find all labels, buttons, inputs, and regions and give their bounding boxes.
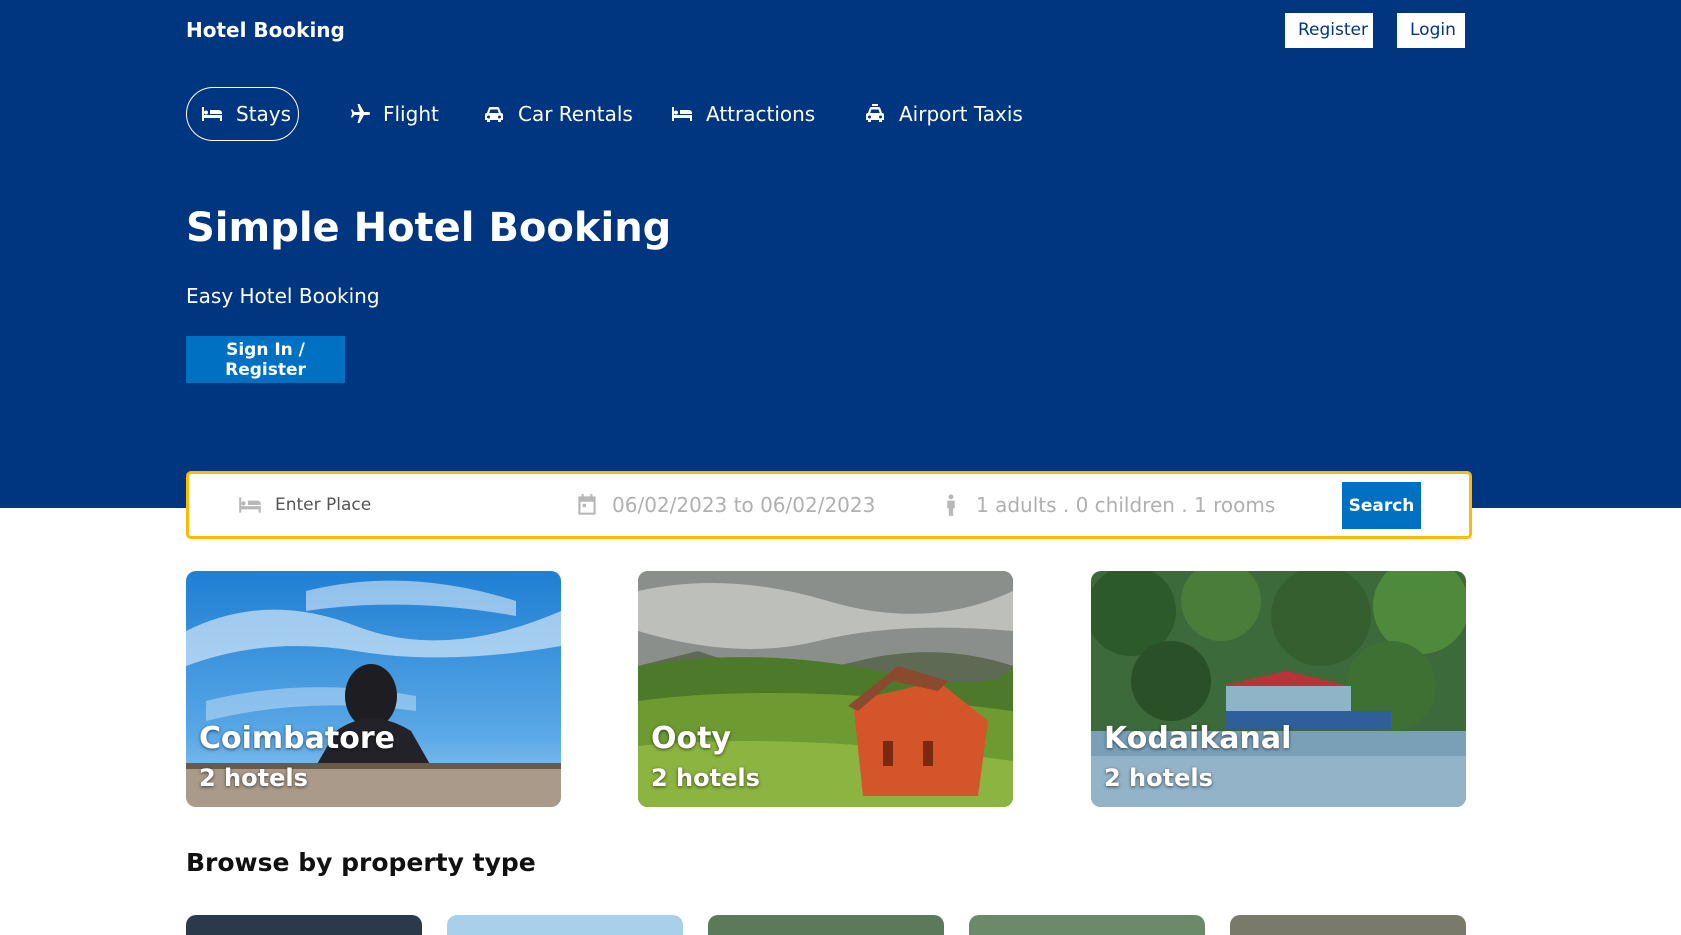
city-name: Coimbatore: [199, 721, 395, 756]
property-card[interactable]: [1230, 915, 1466, 935]
featured-cities: Coimbatore 2 hotels Ooty 2 hotels Kodaik…: [186, 571, 1472, 807]
city-name: Kodaikanal: [1104, 721, 1292, 756]
nav-label: Attractions: [706, 102, 816, 126]
car-icon: [482, 102, 506, 126]
property-card[interactable]: [186, 915, 422, 935]
person-icon: [938, 492, 964, 518]
sign-in-register-button[interactable]: Sign In / Register: [186, 336, 345, 383]
guests-field[interactable]: 1 adults . 0 children . 1 rooms: [938, 474, 1275, 536]
city-card-kodaikanal[interactable]: Kodaikanal 2 hotels: [1091, 571, 1466, 807]
date-field[interactable]: 06/02/2023 to 06/02/2023: [574, 474, 875, 536]
nav-label: Car Rentals: [518, 102, 633, 126]
guests-text[interactable]: 1 adults . 0 children . 1 rooms: [976, 493, 1275, 517]
search-bar: 06/02/2023 to 06/02/2023 1 adults . 0 ch…: [186, 471, 1472, 539]
top-bar: Hotel Booking Register Login: [186, 0, 1472, 62]
property-card[interactable]: [447, 915, 683, 935]
nav-item-flight[interactable]: Flight: [334, 87, 452, 141]
calendar-icon: [574, 492, 600, 518]
bed-icon: [670, 102, 694, 126]
hotel-count: 2 hotels: [199, 764, 308, 792]
bed-icon: [237, 492, 263, 518]
city-card-coimbatore[interactable]: Coimbatore 2 hotels: [186, 571, 561, 807]
property-card[interactable]: [708, 915, 944, 935]
nav-label: Flight: [383, 102, 439, 126]
logo[interactable]: Hotel Booking: [186, 18, 345, 42]
register-button[interactable]: Register: [1285, 13, 1373, 48]
page-title: Simple Hotel Booking: [186, 205, 672, 251]
nav-item-car-rentals[interactable]: Car Rentals: [469, 87, 646, 141]
date-range-text[interactable]: 06/02/2023 to 06/02/2023: [612, 493, 875, 517]
nav-item-attractions[interactable]: Attractions: [657, 87, 828, 141]
hotel-count: 2 hotels: [1104, 764, 1213, 792]
hero-banner: [0, 0, 1681, 508]
nav-item-airport-taxis[interactable]: Airport Taxis: [850, 87, 1036, 141]
hero-subtitle: Easy Hotel Booking: [186, 284, 380, 308]
search-button[interactable]: Search: [1342, 482, 1421, 529]
city-card-ooty[interactable]: Ooty 2 hotels: [638, 571, 1013, 807]
taxi-icon: [863, 102, 887, 126]
nav-item-stays[interactable]: Stays: [186, 87, 299, 141]
plane-icon: [347, 102, 371, 126]
property-type-row: [186, 915, 1472, 935]
property-type-heading: Browse by property type: [186, 848, 536, 877]
city-name: Ooty: [651, 721, 732, 756]
login-button[interactable]: Login: [1397, 13, 1465, 48]
place-input[interactable]: [275, 495, 525, 515]
bed-icon: [200, 102, 224, 126]
property-card[interactable]: [969, 915, 1205, 935]
hotel-count: 2 hotels: [651, 764, 760, 792]
place-field[interactable]: [237, 474, 525, 536]
nav-label: Stays: [236, 102, 292, 126]
nav-label: Airport Taxis: [899, 102, 1023, 126]
